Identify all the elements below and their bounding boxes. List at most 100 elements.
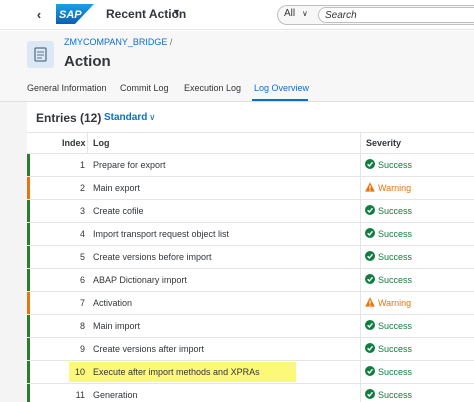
status-indicator-success bbox=[27, 315, 30, 337]
status-indicator-success bbox=[27, 154, 30, 176]
status-indicator-success bbox=[27, 361, 30, 383]
check-circle-icon bbox=[365, 343, 378, 354]
column-divider bbox=[360, 177, 361, 199]
severity-label: Warning bbox=[378, 298, 412, 308]
cell-log: Create versions after import bbox=[93, 344, 205, 354]
bridge-object-icon bbox=[27, 41, 54, 68]
column-divider bbox=[360, 154, 361, 176]
table-row[interactable]: 5 Create versions before import Success bbox=[27, 246, 474, 269]
variant-management[interactable]: Standard bbox=[104, 112, 147, 123]
chevron-down-icon[interactable]: ∨ bbox=[149, 112, 156, 123]
tab-log-overview[interactable]: Log Overview bbox=[254, 83, 309, 93]
table-row[interactable]: 8 Main import Success bbox=[27, 315, 474, 338]
svg-text:SAP: SAP bbox=[59, 9, 82, 21]
check-circle-icon bbox=[365, 389, 378, 400]
check-circle-icon bbox=[365, 205, 378, 216]
check-circle-icon bbox=[365, 320, 378, 331]
status-indicator-success bbox=[27, 200, 30, 222]
severity-label: Success bbox=[378, 275, 413, 285]
status-indicator-warning bbox=[27, 177, 30, 199]
tab-execution-log[interactable]: Execution Log bbox=[184, 83, 241, 93]
cell-index: 9 bbox=[79, 344, 85, 354]
cell-index: 7 bbox=[79, 298, 85, 308]
cell-log: Main import bbox=[93, 321, 141, 331]
status-indicator-success bbox=[27, 269, 30, 291]
sap-logo[interactable]: SAP bbox=[56, 4, 94, 24]
cell-log: Generation bbox=[93, 390, 138, 400]
entries-table-card: Entries (12) Standard ∨ Index Log Severi… bbox=[27, 102, 474, 402]
check-circle-icon bbox=[365, 159, 378, 170]
cell-severity: Success bbox=[365, 366, 412, 377]
chevron-down-icon[interactable]: ∨ bbox=[302, 9, 308, 18]
cell-index: 1 bbox=[79, 160, 85, 170]
tab-commit-log[interactable]: Commit Log bbox=[120, 83, 169, 93]
cell-index: 8 bbox=[79, 321, 85, 331]
cell-severity: Success bbox=[365, 274, 412, 285]
chevron-down-icon[interactable]: ▼ bbox=[172, 7, 181, 17]
search-field: All ∨ bbox=[277, 5, 474, 25]
cell-index: 5 bbox=[79, 252, 85, 262]
column-divider bbox=[360, 223, 361, 245]
check-circle-icon bbox=[365, 274, 378, 285]
cell-log: Create cofile bbox=[93, 206, 144, 216]
column-header-log[interactable]: Log bbox=[93, 138, 110, 148]
column-divider bbox=[360, 384, 361, 402]
table-row[interactable]: 10 Execute after import methods and XPRAs… bbox=[27, 361, 474, 384]
breadcrumb-link[interactable]: ZMYCOMPANY_BRIDGE bbox=[64, 37, 167, 47]
cell-log: Import transport request object list bbox=[93, 229, 230, 239]
cell-severity: Success bbox=[365, 320, 412, 331]
cell-severity: Success bbox=[365, 389, 412, 400]
cell-severity: Success bbox=[365, 251, 412, 262]
warning-icon bbox=[365, 182, 378, 193]
breadcrumb: ZMYCOMPANY_BRIDGE / bbox=[64, 37, 172, 47]
cell-severity: Warning bbox=[365, 297, 411, 308]
status-indicator-success bbox=[27, 384, 30, 402]
cell-index: 10 bbox=[74, 367, 85, 377]
column-divider bbox=[360, 361, 361, 383]
search-input[interactable] bbox=[318, 7, 474, 23]
severity-label: Success bbox=[378, 252, 413, 262]
severity-label: Success bbox=[378, 367, 413, 377]
cell-log: Execute after import methods and XPRAs bbox=[93, 367, 260, 377]
column-header-severity[interactable]: Severity bbox=[366, 138, 401, 148]
severity-label: Success bbox=[378, 229, 413, 239]
chevron-left-icon[interactable]: ‹ bbox=[30, 6, 48, 24]
cell-index: 2 bbox=[79, 183, 85, 193]
status-indicator-success bbox=[27, 223, 30, 245]
column-divider bbox=[360, 133, 361, 153]
severity-label: Success bbox=[378, 206, 413, 216]
table-row[interactable]: 4 Import transport request object list Suc… bbox=[27, 223, 474, 246]
table-row[interactable]: 1 Prepare for export Success bbox=[27, 154, 474, 177]
tab-general-information[interactable]: General Information bbox=[27, 83, 107, 93]
table-row[interactable]: 9 Create versions after import Success bbox=[27, 338, 474, 361]
table-title: Entries (12) bbox=[36, 111, 102, 125]
table-row[interactable]: 3 Create cofile Success bbox=[27, 200, 474, 223]
column-divider bbox=[360, 246, 361, 268]
check-circle-icon bbox=[365, 251, 378, 262]
status-indicator-warning bbox=[27, 292, 30, 314]
severity-label: Success bbox=[378, 160, 413, 170]
column-divider bbox=[360, 269, 361, 291]
severity-label: Success bbox=[378, 321, 413, 331]
table-row[interactable]: 6 ABAP Dictionary import Success bbox=[27, 269, 474, 292]
severity-label: Success bbox=[378, 344, 413, 354]
column-divider bbox=[360, 338, 361, 360]
cell-index: 3 bbox=[79, 206, 85, 216]
table-header: Index Log Severity bbox=[27, 132, 474, 154]
cell-severity: Warning bbox=[365, 182, 411, 193]
column-divider bbox=[360, 292, 361, 314]
column-header-index[interactable]: Index bbox=[62, 138, 86, 148]
search-scope-select[interactable]: All bbox=[284, 8, 295, 19]
cell-severity: Success bbox=[365, 205, 412, 216]
cell-index: 4 bbox=[79, 229, 85, 239]
tab-bar: General Information Commit Log Execution… bbox=[0, 78, 474, 101]
column-divider bbox=[360, 315, 361, 337]
page-title: Action bbox=[64, 53, 111, 70]
table-row[interactable]: 11 Generation Success bbox=[27, 384, 474, 402]
cell-severity: Success bbox=[365, 228, 412, 239]
severity-label: Warning bbox=[378, 183, 412, 193]
table-row[interactable]: 7 Activation Warning bbox=[27, 292, 474, 315]
cell-index: 6 bbox=[79, 275, 85, 285]
breadcrumb-separator: / bbox=[169, 37, 173, 47]
table-row[interactable]: 2 Main export Warning bbox=[27, 177, 474, 200]
